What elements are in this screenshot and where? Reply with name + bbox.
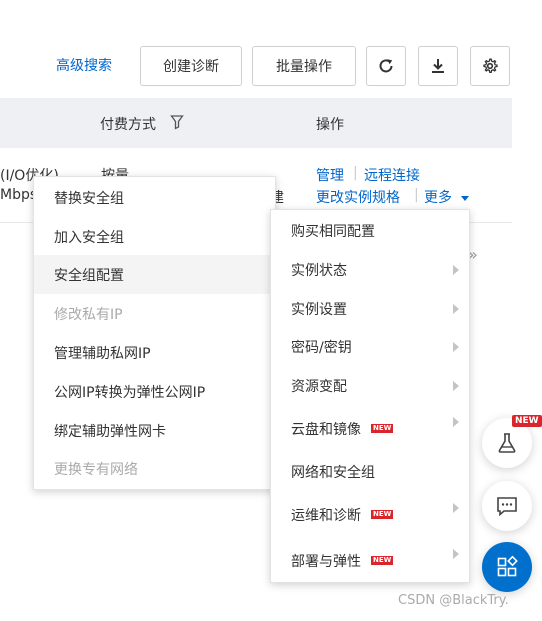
menu-item-ops-diagnosis[interactable]: 运维和诊断 NEW: [271, 495, 469, 534]
menu-item-modify-private-ip: 修改私有IP: [54, 306, 123, 323]
new-badge: NEW: [371, 510, 394, 519]
refresh-button[interactable]: [366, 46, 406, 86]
watermark: CSDN @BlackTry.: [398, 593, 509, 608]
menu-item-change-vpc: 更换专有网络: [54, 461, 138, 478]
new-badge: NEW: [512, 415, 542, 427]
action-separator: |: [414, 187, 419, 203]
submenu-arrow-icon: [453, 341, 459, 352]
menu-item-label: 运维和诊断: [291, 507, 361, 524]
refresh-icon: [379, 59, 393, 73]
menu-item-convert-to-eip[interactable]: 公网IP转换为弹性公网IP: [34, 372, 275, 411]
menu-item-password-key[interactable]: 密码/密钥: [271, 327, 469, 366]
submenu-arrow-icon: [453, 380, 459, 391]
menu-item-label: 实例状态: [291, 262, 347, 279]
table-header: [0, 98, 512, 148]
create-diagnosis-button[interactable]: 创建诊断: [140, 46, 242, 86]
download-button[interactable]: [418, 46, 458, 86]
menu-item-label: 网络和安全组: [291, 464, 375, 481]
remote-connect-link[interactable]: 远程连接: [364, 165, 420, 185]
menu-item-join-security-group[interactable]: 加入安全组: [34, 217, 275, 256]
menu-item-label: 密码/密钥: [291, 339, 352, 356]
gear-icon: [483, 58, 498, 74]
menu-item-label: 购买相同配置: [291, 223, 375, 240]
menu-item-resource-change[interactable]: 资源变配: [271, 366, 469, 405]
apps-icon: [497, 555, 518, 577]
bandwidth-cell: Mbps: [0, 187, 38, 203]
batch-operations-button[interactable]: 批量操作: [252, 46, 356, 86]
more-actions-menu: 购买相同配置 实例状态 实例设置 密码/密钥 资源变配 云盘和镜像 NEW 网络…: [270, 209, 470, 583]
filter-icon[interactable]: [170, 114, 184, 130]
payment-column-header: 付费方式: [100, 117, 156, 133]
download-icon: [432, 59, 444, 73]
action-separator: |: [353, 165, 358, 181]
chat-float-button[interactable]: [482, 481, 532, 531]
network-security-submenu: 替换安全组 加入安全组 安全组配置 修改私有IP 管理辅助私网IP 公网IP转换…: [33, 176, 276, 490]
menu-item-security-group-config[interactable]: 安全组配置: [34, 255, 275, 294]
apps-float-button[interactable]: [482, 542, 532, 592]
submenu-arrow-icon: [453, 264, 459, 275]
advanced-search-link[interactable]: 高级搜索: [56, 55, 112, 75]
submenu-arrow-icon: [453, 417, 459, 427]
new-badge: NEW: [371, 424, 394, 433]
settings-button[interactable]: [470, 46, 510, 86]
menu-item-disk-image[interactable]: 云盘和镜像 NEW: [271, 409, 469, 448]
actions-column-header: 操作: [316, 117, 344, 133]
more-link[interactable]: 更多: [424, 187, 470, 207]
submenu-arrow-icon: [453, 503, 459, 513]
menu-item-replace-security-group[interactable]: 替换安全组: [34, 178, 275, 217]
menu-item-instance-settings[interactable]: 实例设置: [271, 289, 469, 328]
manage-link[interactable]: 管理: [316, 165, 344, 185]
submenu-arrow-icon: [453, 549, 459, 559]
new-badge: NEW: [371, 556, 394, 565]
menu-item-network-security[interactable]: 网络和安全组: [271, 452, 469, 491]
menu-item-label: 部署与弹性: [291, 553, 361, 570]
chat-icon: [497, 497, 517, 517]
menu-item-bind-secondary-eni[interactable]: 绑定辅助弹性网卡: [34, 411, 275, 450]
menu-item-buy-same-config[interactable]: 购买相同配置: [271, 211, 469, 250]
caret-down-icon: [461, 196, 470, 201]
menu-item-manage-secondary-private-ip[interactable]: 管理辅助私网IP: [34, 333, 275, 372]
change-spec-link[interactable]: 更改实例规格: [316, 187, 400, 207]
flask-icon: [498, 433, 516, 453]
more-label: 更多: [424, 190, 452, 206]
menu-item-instance-status[interactable]: 实例状态: [271, 250, 469, 289]
menu-item-label: 资源变配: [291, 378, 347, 395]
submenu-arrow-icon: [453, 303, 459, 314]
menu-item-deploy-elastic[interactable]: 部署与弹性 NEW: [271, 541, 469, 580]
menu-item-label: 实例设置: [291, 301, 347, 318]
menu-item-label: 云盘和镜像: [291, 421, 361, 438]
